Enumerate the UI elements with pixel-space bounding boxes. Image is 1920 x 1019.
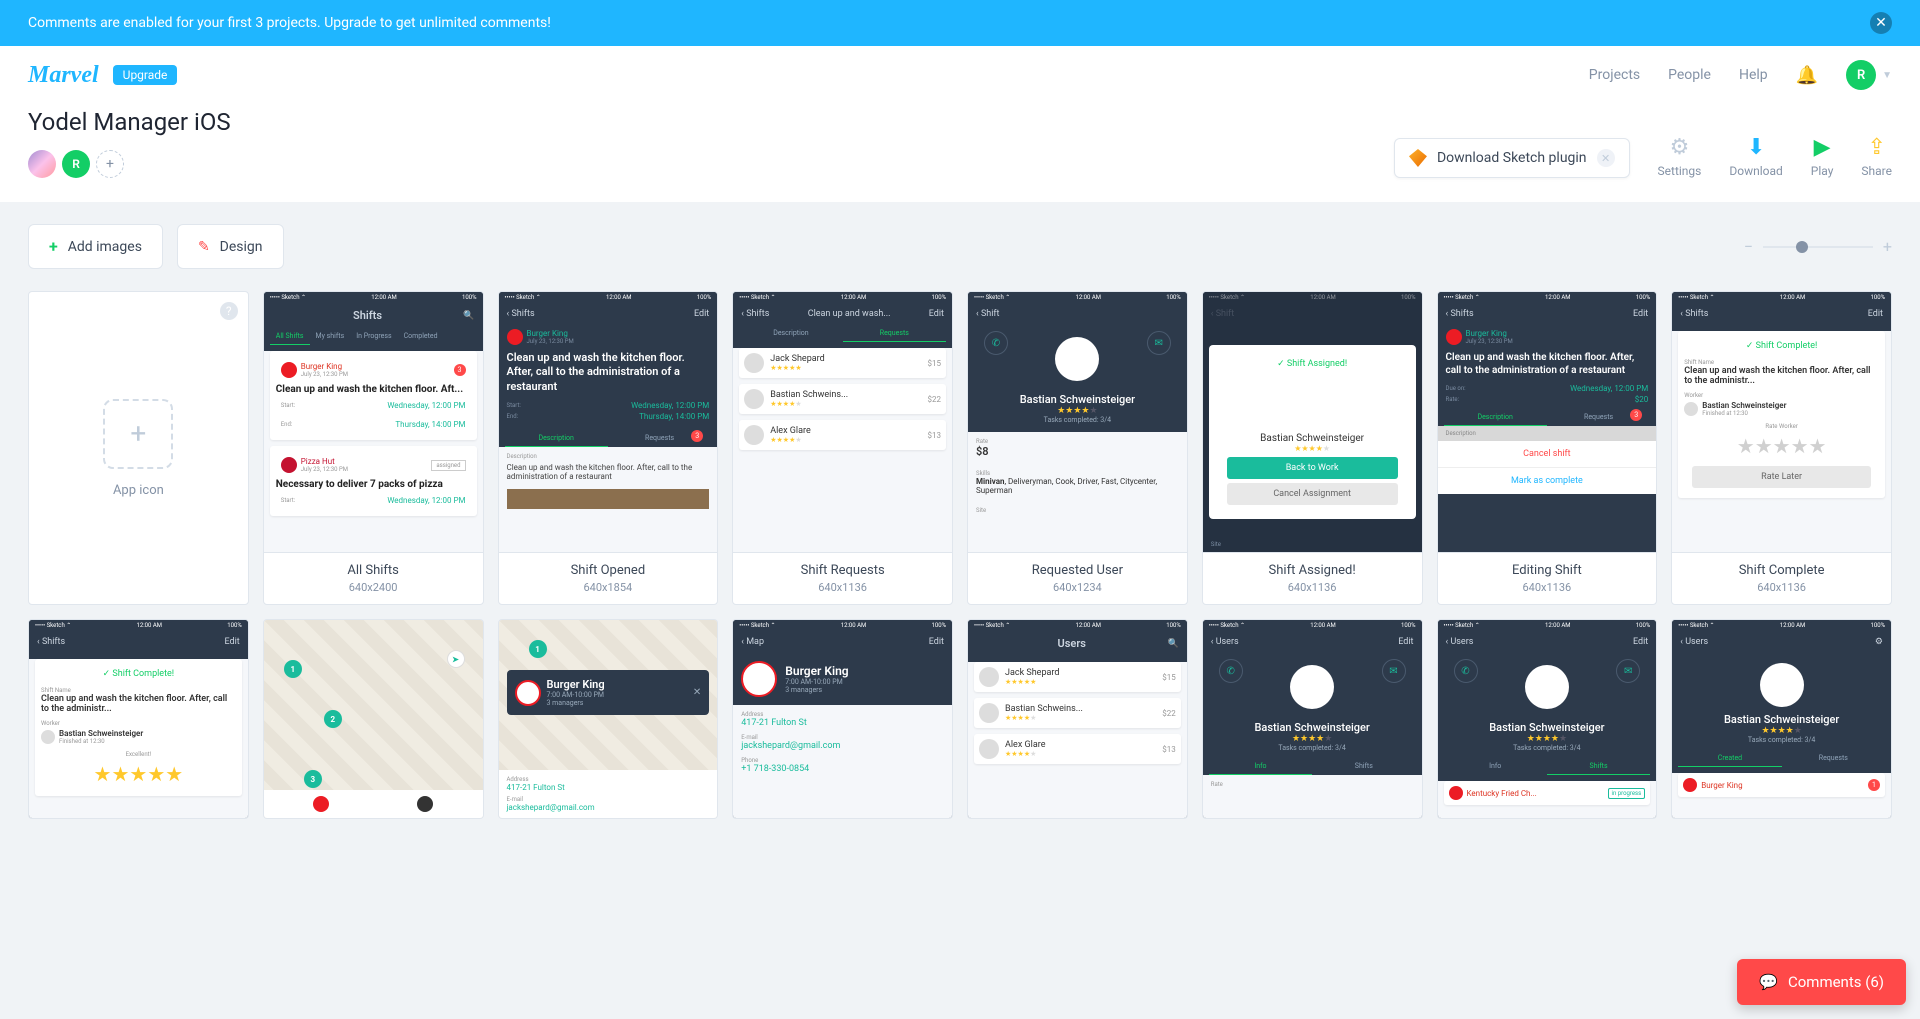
add-collaborator-button[interactable]: + bbox=[96, 150, 124, 178]
sketch-label: Download Sketch plugin bbox=[1437, 150, 1587, 166]
nav-people[interactable]: People bbox=[1668, 67, 1711, 83]
project-title: Yodel Manager iOS bbox=[28, 108, 231, 136]
screen-preview: 1 Burger King7:00 AM-10:00 PM3 managers … bbox=[499, 620, 718, 818]
user-menu[interactable]: R ▼ bbox=[1846, 60, 1892, 90]
screen-card[interactable]: ••••• Sketch ⌃12:00 AM100% ‹ Shift ✓ Shi… bbox=[1202, 291, 1423, 605]
comment-icon: 💬 bbox=[1759, 973, 1778, 991]
screen-preview: ••••• Sketch ⌃12:00 AM100% ‹ ShiftsClean… bbox=[733, 292, 952, 552]
sketch-icon bbox=[1409, 149, 1427, 167]
slider-thumb[interactable] bbox=[1796, 241, 1808, 253]
gear-icon: ⚙ bbox=[1670, 135, 1690, 160]
screens-grid: ? + App icon ••••• Sketch ⌃12:00 AM100% … bbox=[0, 291, 1920, 859]
download-button[interactable]: ⬇ Download bbox=[1729, 135, 1782, 178]
share-button[interactable]: ⇪ Share bbox=[1861, 135, 1892, 178]
help-icon[interactable]: ? bbox=[220, 302, 238, 320]
screen-card[interactable]: ••••• Sketch ⌃12:00 AM100% ‹ Users⚙ Bast… bbox=[1671, 619, 1892, 819]
screen-card[interactable]: ••••• Sketch ⌃12:00 AM100% ‹ MapEdit Bur… bbox=[732, 619, 953, 819]
share-icon: ⇪ bbox=[1867, 135, 1885, 160]
add-images-button[interactable]: + Add images bbox=[28, 224, 163, 269]
screen-preview: ••••• Sketch ⌃12:00 AM100% ‹ ShiftsEdit … bbox=[29, 620, 248, 818]
screen-card[interactable]: ••••• Sketch ⌃12:00 AM100% ‹ ShiftsEdit … bbox=[498, 291, 719, 605]
download-icon: ⬇ bbox=[1747, 135, 1765, 160]
screen-card[interactable]: 1 Burger King7:00 AM-10:00 PM3 managers … bbox=[498, 619, 719, 819]
banner-text: Comments are enabled for your first 3 pr… bbox=[28, 15, 551, 31]
bell-icon[interactable]: 🔔 bbox=[1796, 65, 1818, 86]
screen-preview: ••••• Sketch ⌃12:00 AM100% ‹ Users⚙ Bast… bbox=[1672, 620, 1891, 818]
add-app-icon[interactable]: + bbox=[103, 399, 173, 469]
screen-card[interactable]: ••••• Sketch ⌃12:00 AM100% ‹ ShiftsClean… bbox=[732, 291, 953, 605]
upgrade-badge[interactable]: Upgrade bbox=[113, 65, 178, 85]
screen-preview: ••••• Sketch ⌃12:00 AM100% Shifts🔍 All S… bbox=[264, 292, 483, 552]
collaborators: R + bbox=[28, 150, 231, 178]
nav-help[interactable]: Help bbox=[1739, 67, 1768, 83]
play-icon: ▶ bbox=[1814, 135, 1831, 160]
screen-card[interactable]: ••••• Sketch ⌃12:00 AM100% ‹ UsersEdit ✆… bbox=[1202, 619, 1423, 819]
comments-label: Comments (6) bbox=[1788, 973, 1884, 991]
collab-avatar-1[interactable] bbox=[28, 150, 56, 178]
topbar: Marvel Upgrade Projects People Help 🔔 R … bbox=[0, 46, 1920, 104]
zoom-slider[interactable]: − + bbox=[1744, 237, 1892, 256]
screen-preview: ••••• Sketch ⌃12:00 AM100% ‹ Shift ✓ Shi… bbox=[1203, 292, 1422, 552]
screen-preview: ••••• Sketch ⌃12:00 AM100% ‹ ShiftsEdit … bbox=[499, 292, 718, 552]
nav-projects[interactable]: Projects bbox=[1589, 67, 1640, 83]
upgrade-banner: Comments are enabled for your first 3 pr… bbox=[0, 0, 1920, 46]
screen-preview: 1 2 3 ➤ bbox=[264, 620, 483, 818]
logo[interactable]: Marvel bbox=[28, 62, 99, 89]
screen-card[interactable]: ••••• Sketch ⌃12:00 AM100% Shifts🔍 All S… bbox=[263, 291, 484, 605]
app-icon-label: App icon bbox=[113, 483, 164, 498]
play-button[interactable]: ▶ Play bbox=[1811, 135, 1834, 178]
settings-button[interactable]: ⚙ Settings bbox=[1658, 135, 1702, 178]
screen-card[interactable]: 1 2 3 ➤ bbox=[263, 619, 484, 819]
zoom-out-icon[interactable]: − bbox=[1744, 237, 1753, 256]
project-header: Yodel Manager iOS R + Download Sketch pl… bbox=[0, 104, 1920, 202]
plus-icon: + bbox=[49, 237, 58, 256]
screen-preview: ••••• Sketch ⌃12:00 AM100% ‹ UsersEdit ✆… bbox=[1438, 620, 1657, 818]
screen-card[interactable]: ••••• Sketch ⌃12:00 AM100% Users🔍 Jack S… bbox=[967, 619, 1188, 819]
zoom-in-icon[interactable]: + bbox=[1883, 237, 1892, 256]
collab-avatar-2[interactable]: R bbox=[62, 150, 90, 178]
screen-preview: ••••• Sketch ⌃12:00 AM100% ‹ ShiftsEdit … bbox=[1438, 292, 1657, 552]
screen-preview: ••••• Sketch ⌃12:00 AM100% ‹ UsersEdit ✆… bbox=[1203, 620, 1422, 818]
sketch-plugin-chip[interactable]: Download Sketch plugin ✕ bbox=[1394, 138, 1630, 178]
screen-card[interactable]: ••••• Sketch ⌃12:00 AM100% ‹ ShiftsEdit … bbox=[1671, 291, 1892, 605]
app-icon-card[interactable]: ? + App icon bbox=[28, 291, 249, 605]
screen-card[interactable]: ••••• Sketch ⌃12:00 AM100% ‹ UsersEdit ✆… bbox=[1437, 619, 1658, 819]
screen-card[interactable]: ••••• Sketch ⌃12:00 AM100% ‹ ShiftsEdit … bbox=[28, 619, 249, 819]
comments-button[interactable]: 💬 Comments (6) bbox=[1737, 959, 1906, 1005]
screen-preview: ••••• Sketch ⌃12:00 AM100% Users🔍 Jack S… bbox=[968, 620, 1187, 818]
screen-card[interactable]: ••••• Sketch ⌃12:00 AM100% ‹ Shift ✆✉ Ba… bbox=[967, 291, 1188, 605]
close-icon[interactable]: ✕ bbox=[1597, 149, 1615, 167]
chevron-down-icon: ▼ bbox=[1882, 70, 1892, 81]
close-icon[interactable]: ✕ bbox=[1870, 12, 1892, 34]
screen-card[interactable]: ••••• Sketch ⌃12:00 AM100% ‹ ShiftsEdit … bbox=[1437, 291, 1658, 605]
slider-track[interactable] bbox=[1763, 246, 1873, 248]
screen-preview: ••••• Sketch ⌃12:00 AM100% ‹ Shift ✆✉ Ba… bbox=[968, 292, 1187, 552]
pencil-icon: ✎ bbox=[198, 239, 210, 255]
avatar: R bbox=[1846, 60, 1876, 90]
toolbar: + Add images ✎ Design − + bbox=[0, 202, 1920, 291]
screen-preview: ••••• Sketch ⌃12:00 AM100% ‹ ShiftsEdit … bbox=[1672, 292, 1891, 552]
design-button[interactable]: ✎ Design bbox=[177, 224, 284, 269]
screen-preview: ••••• Sketch ⌃12:00 AM100% ‹ MapEdit Bur… bbox=[733, 620, 952, 818]
